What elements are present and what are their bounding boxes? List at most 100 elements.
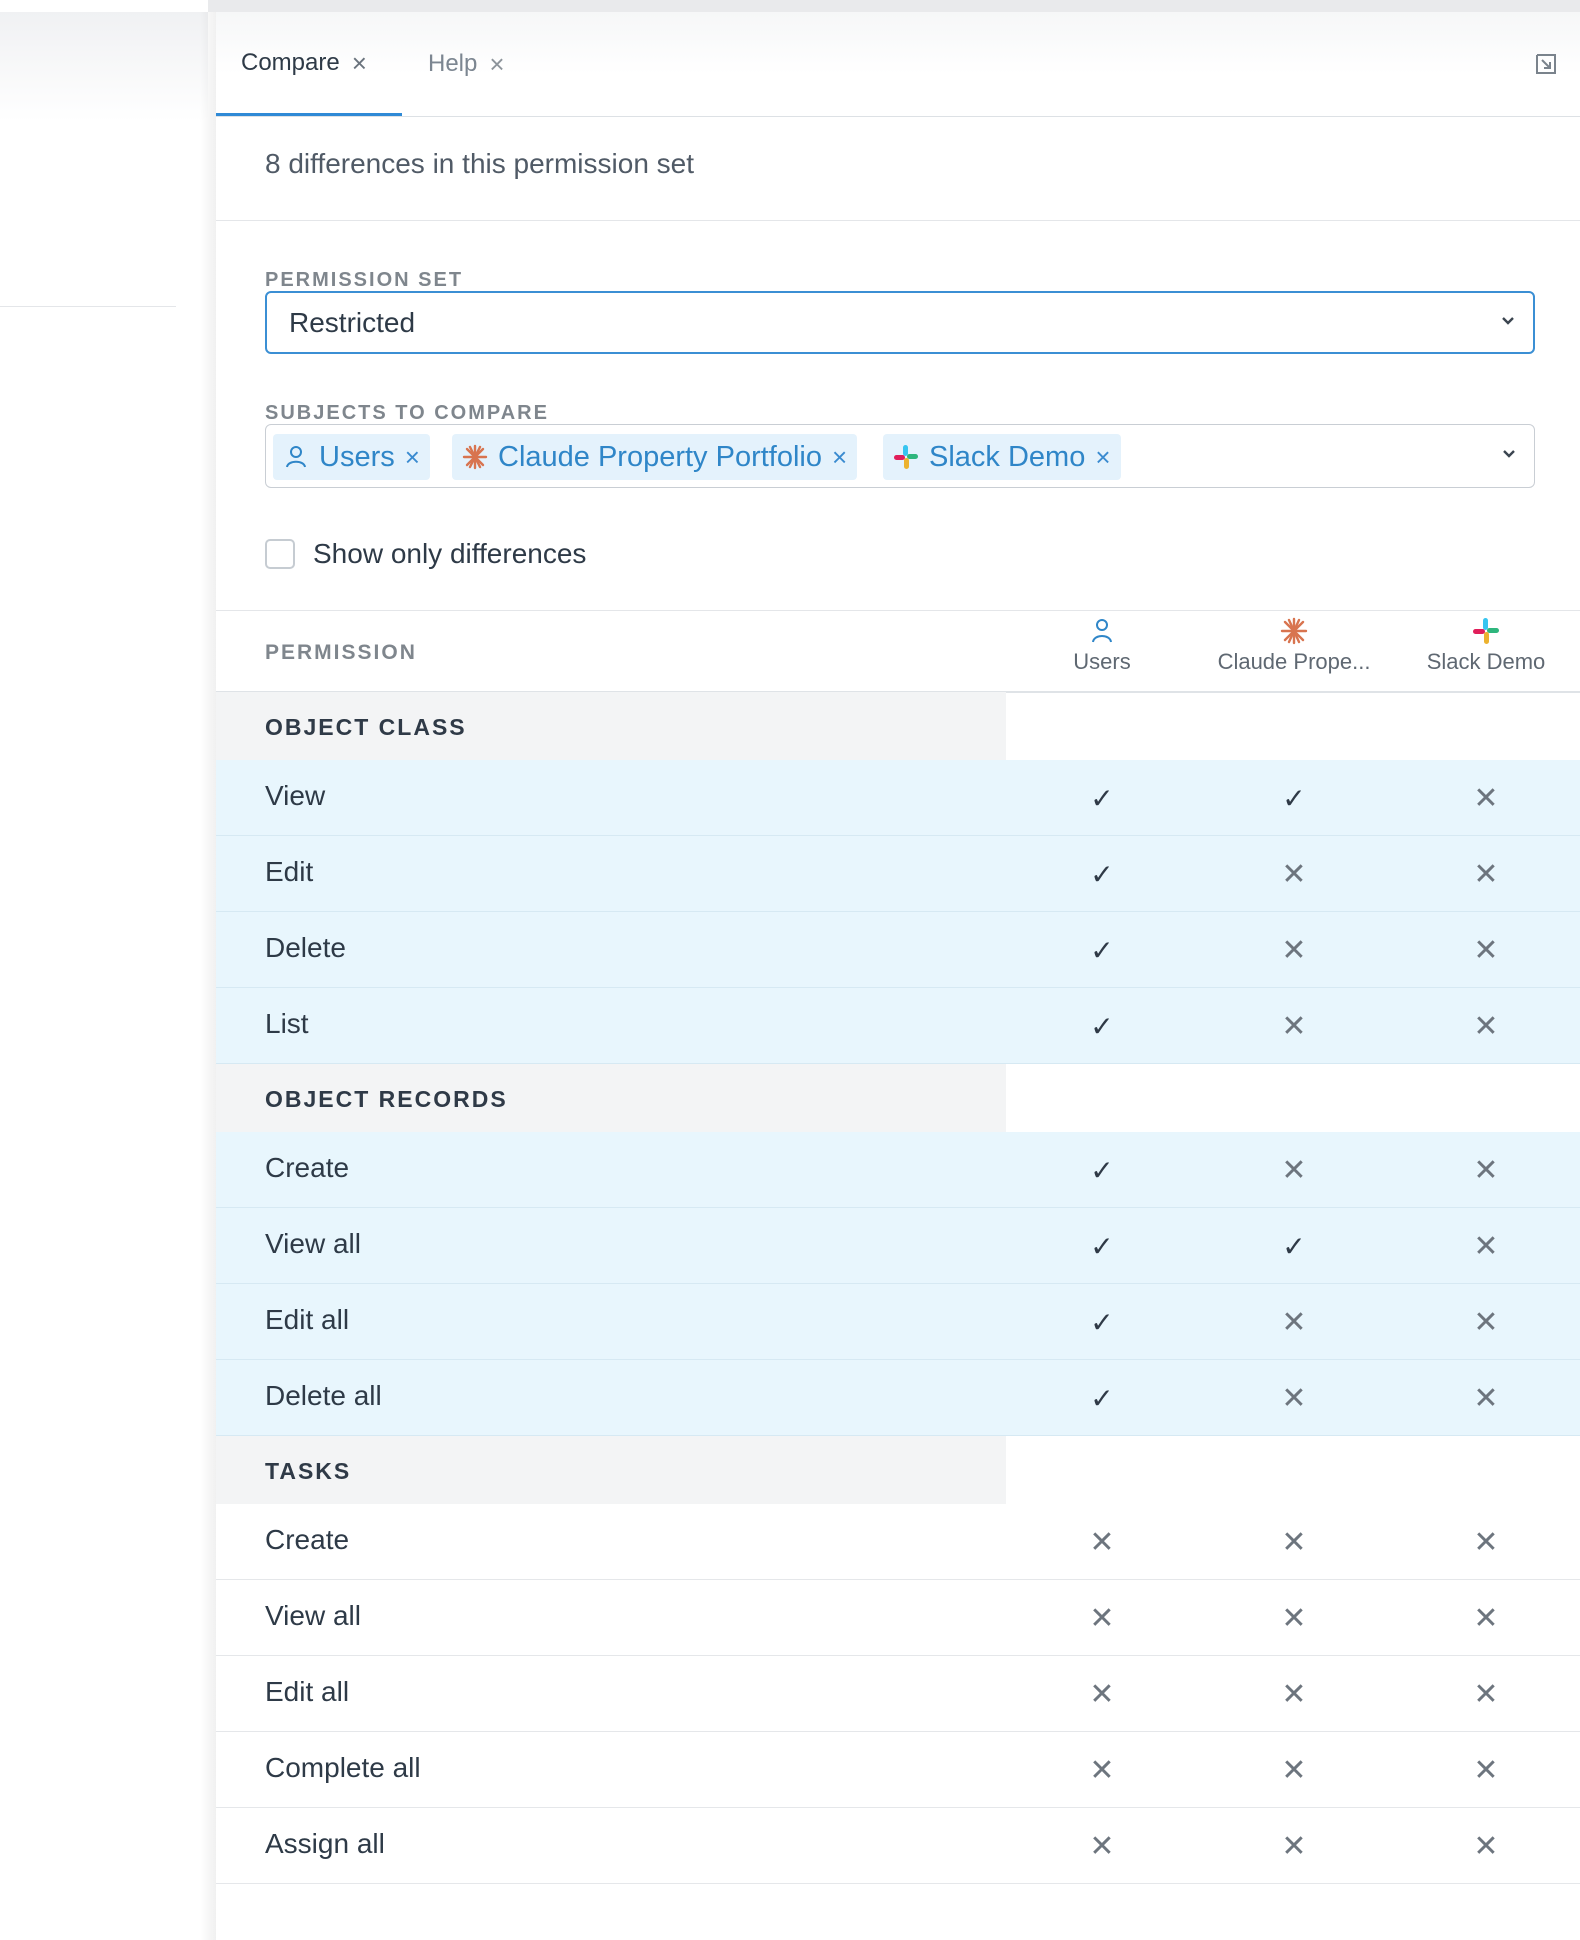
- table-row: List ✓ ✕ ✕: [216, 988, 1580, 1064]
- close-icon[interactable]: ×: [832, 442, 847, 473]
- chevron-down-icon: [1502, 316, 1514, 325]
- table-header: PERMISSION Users Claude Prope... Slack D…: [216, 610, 1580, 693]
- permission-column-header: PERMISSION: [265, 641, 417, 664]
- chip-label: Claude Property Portfolio: [498, 440, 822, 473]
- cross-icon: ✕: [1473, 1153, 1499, 1187]
- cross-icon: ✕: [1473, 933, 1499, 967]
- cross-icon: ✕: [1281, 1525, 1307, 1559]
- cross-icon: ✕: [1281, 1677, 1307, 1711]
- chevron-down-icon[interactable]: [1502, 446, 1516, 460]
- cross-icon: ✕: [1473, 1753, 1499, 1787]
- column-header-label: Claude Prope...: [1217, 649, 1371, 674]
- cross-icon: ✕: [1281, 1829, 1307, 1863]
- table-row: Create ✓ ✕ ✕: [216, 1132, 1580, 1208]
- check-icon: ✓: [1090, 934, 1114, 966]
- table-row: View all ✓ ✓ ✕: [216, 1208, 1580, 1284]
- check-icon: ✓: [1282, 782, 1306, 814]
- chip-label: Users: [319, 440, 395, 473]
- subjects-multiselect[interactable]: Users × Claude Property Portfolio × Slac…: [265, 424, 1535, 488]
- claude-logo-icon: [462, 444, 488, 470]
- differences-summary: 8 differences in this permission set: [265, 148, 695, 179]
- cross-icon: ✕: [1281, 857, 1307, 891]
- check-icon: ✓: [1090, 1382, 1114, 1414]
- permission-name: View all: [265, 1600, 361, 1631]
- column-header-label: Slack Demo: [1426, 649, 1546, 674]
- column-header-claude: Claude Prope...: [1199, 617, 1389, 675]
- show-only-differences-label[interactable]: Show only differences: [313, 538, 586, 570]
- table-row: Assign all ✕ ✕ ✕: [216, 1808, 1580, 1884]
- cross-icon: ✕: [1473, 1381, 1499, 1415]
- check-icon: ✓: [1090, 1010, 1114, 1042]
- section-title: OBJECT RECORDS: [265, 1086, 508, 1112]
- cross-icon: ✕: [1473, 781, 1499, 815]
- tab-help[interactable]: Help ×: [402, 12, 542, 116]
- cross-icon: ✕: [1473, 1305, 1499, 1339]
- close-icon[interactable]: ×: [489, 51, 504, 77]
- cross-icon: ✕: [1281, 1753, 1307, 1787]
- cross-icon: ✕: [1473, 1229, 1499, 1263]
- table-row: Delete ✓ ✕ ✕: [216, 912, 1580, 988]
- check-icon: ✓: [1090, 782, 1114, 814]
- cross-icon: ✕: [1281, 1601, 1307, 1635]
- cross-icon: ✕: [1473, 1677, 1499, 1711]
- tab-bar: Compare × Help ×: [216, 12, 1580, 117]
- permission-name: Delete: [265, 932, 346, 963]
- permission-name: Delete all: [265, 1380, 382, 1411]
- table-row: Edit all ✕ ✕ ✕: [216, 1656, 1580, 1732]
- permission-name: Create: [265, 1152, 350, 1183]
- permission-name: Edit all: [265, 1304, 350, 1335]
- tab-help-label: Help: [428, 50, 478, 77]
- slack-logo-icon: [894, 445, 918, 469]
- cross-icon: ✕: [1089, 1677, 1115, 1711]
- user-icon: [286, 446, 306, 468]
- permission-name: Assign all: [265, 1828, 385, 1859]
- check-icon: ✓: [1090, 1230, 1114, 1262]
- permission-name: Complete all: [265, 1752, 421, 1783]
- background-header: [0, 12, 208, 122]
- panel-shadow: [200, 12, 216, 1940]
- section-header: OBJECT RECORDS: [216, 1064, 1580, 1132]
- section-title: OBJECT CLASS: [265, 714, 467, 740]
- divider: [216, 220, 1580, 221]
- cross-icon: ✕: [1089, 1829, 1115, 1863]
- table-row: Edit all ✓ ✕ ✕: [216, 1284, 1580, 1360]
- permission-name: Create: [265, 1524, 350, 1555]
- close-icon[interactable]: ×: [352, 50, 367, 76]
- permission-name: Edit all: [265, 1676, 350, 1707]
- chip-slack-demo[interactable]: Slack Demo ×: [883, 434, 1121, 480]
- cross-icon: ✕: [1473, 1829, 1499, 1863]
- cross-icon: ✕: [1281, 1009, 1307, 1043]
- section-title: TASKS: [265, 1458, 352, 1484]
- permission-name: View: [265, 780, 326, 811]
- cross-icon: ✕: [1281, 1305, 1307, 1339]
- cross-icon: ✕: [1089, 1601, 1115, 1635]
- check-icon: ✓: [1090, 858, 1114, 890]
- column-header-users: Users: [1007, 617, 1197, 675]
- permission-name: View all: [265, 1228, 361, 1259]
- popout-icon[interactable]: [1534, 52, 1558, 76]
- chip-users[interactable]: Users ×: [273, 434, 430, 480]
- chip-label: Slack Demo: [929, 440, 1086, 473]
- check-icon: ✓: [1090, 1306, 1114, 1338]
- cross-icon: ✕: [1473, 1009, 1499, 1043]
- background-divider: [0, 306, 176, 307]
- close-icon[interactable]: ×: [1095, 442, 1110, 473]
- compare-panel: Compare × Help × 8 differences in this p…: [216, 12, 1580, 1940]
- chip-claude-property-portfolio[interactable]: Claude Property Portfolio ×: [452, 434, 858, 480]
- permission-set-select[interactable]: Restricted: [265, 291, 1535, 354]
- user-icon: [1092, 619, 1112, 643]
- section-header: OBJECT CLASS: [216, 692, 1580, 760]
- cross-icon: ✕: [1473, 1525, 1499, 1559]
- table-row: Delete all ✓ ✕ ✕: [216, 1360, 1580, 1436]
- background-page: [0, 0, 208, 1940]
- cross-icon: ✕: [1281, 1153, 1307, 1187]
- table-row: Complete all ✕ ✕ ✕: [216, 1732, 1580, 1808]
- close-icon[interactable]: ×: [405, 442, 420, 473]
- check-icon: ✓: [1282, 1230, 1306, 1262]
- cross-icon: ✕: [1281, 933, 1307, 967]
- slack-logo-icon: [1473, 618, 1499, 644]
- tab-compare[interactable]: Compare ×: [216, 12, 402, 116]
- show-only-differences-checkbox[interactable]: [265, 539, 295, 569]
- tab-compare-label: Compare: [241, 48, 340, 76]
- column-header-label: Users: [1073, 649, 1131, 674]
